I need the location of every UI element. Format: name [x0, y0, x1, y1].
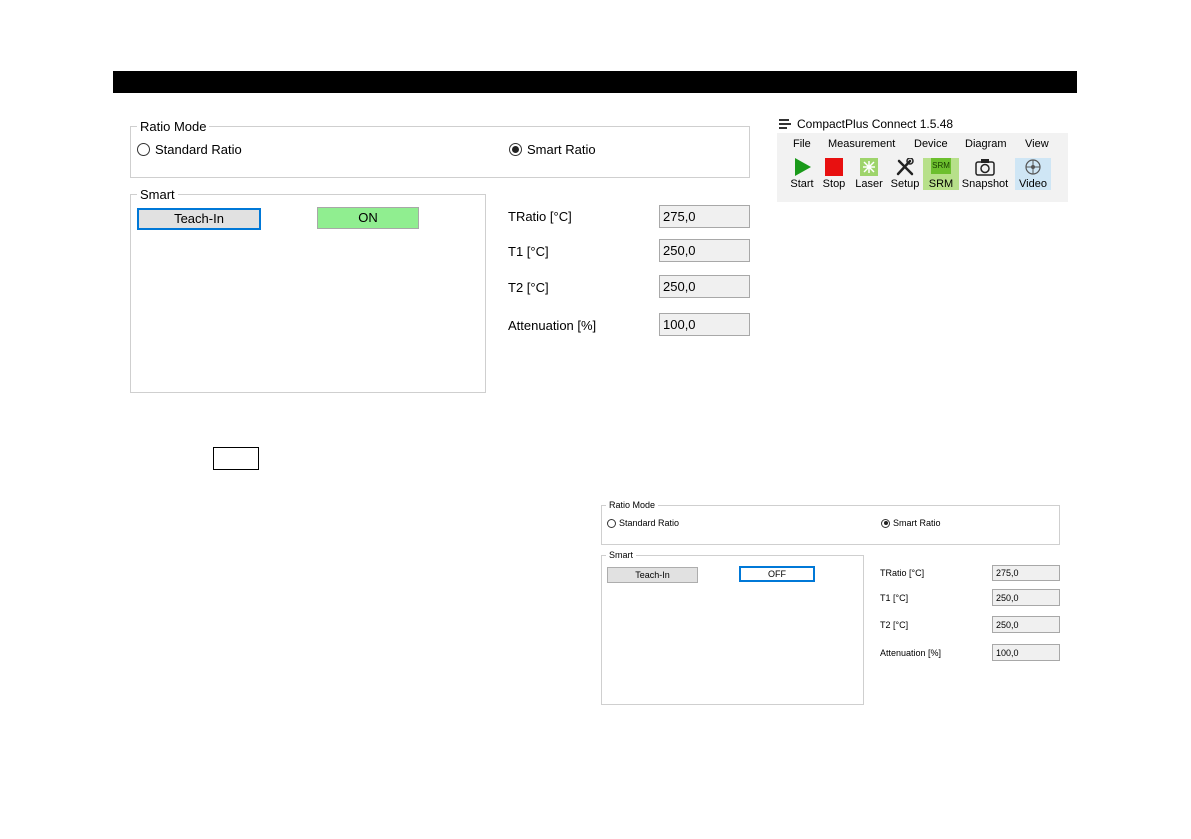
- menu-view[interactable]: View: [1025, 138, 1049, 150]
- menu-measurement[interactable]: Measurement: [828, 138, 895, 150]
- t2-label: T2 [°C]: [508, 280, 549, 295]
- standard-ratio-radio-2[interactable]: [607, 518, 616, 528]
- on-state-button[interactable]: ON: [317, 207, 419, 229]
- start-label: Start: [790, 178, 814, 190]
- smart-ratio-option-2[interactable]: Smart Ratio: [881, 518, 941, 528]
- video-label: Video: [1019, 178, 1047, 190]
- menu-toolbar: File Measurement Device Diagram View Sta…: [777, 133, 1068, 202]
- standard-ratio-label: Standard Ratio: [155, 142, 242, 157]
- placeholder-box: [213, 447, 259, 470]
- setup-tool[interactable]: Setup: [887, 157, 923, 190]
- attenuation-field-2[interactable]: 100,0: [992, 644, 1060, 661]
- smart-ratio-option[interactable]: Smart Ratio: [509, 142, 596, 157]
- laser-label: Laser: [855, 178, 883, 190]
- smart-ratio-radio[interactable]: [509, 143, 522, 156]
- tratio-label-2: TRatio [°C]: [880, 568, 925, 578]
- camera-icon: [975, 158, 995, 176]
- off-state-button[interactable]: OFF: [739, 566, 815, 582]
- play-icon: [792, 158, 812, 176]
- attenuation-label: Attenuation [%]: [508, 318, 597, 333]
- smart-ratio-radio-2[interactable]: [881, 518, 890, 528]
- smart-label-2: Smart: [606, 551, 637, 560]
- t1-label-2: T1 [°C]: [880, 593, 909, 603]
- smart-ratio-label: Smart Ratio: [527, 142, 596, 157]
- t1-label: T1 [°C]: [508, 244, 549, 259]
- tools-icon: [895, 157, 915, 176]
- laser-tool[interactable]: Laser: [851, 158, 887, 190]
- attenuation-label-2: Attenuation [%]: [880, 648, 942, 658]
- srm-label: SRM: [928, 178, 954, 190]
- app-title: CompactPlus Connect 1.5.48: [797, 117, 954, 131]
- menu-device[interactable]: Device: [914, 138, 948, 150]
- laser-icon: [859, 158, 879, 176]
- stop-icon: [824, 158, 844, 176]
- srm-tool[interactable]: SRM SRM: [923, 158, 959, 190]
- video-tool[interactable]: Video: [1015, 158, 1051, 190]
- smart-ratio-label-2: Smart Ratio: [893, 518, 941, 528]
- header-bar: [113, 71, 1077, 93]
- attenuation-field[interactable]: 100,0: [659, 313, 750, 336]
- standard-ratio-label-2: Standard Ratio: [619, 518, 680, 528]
- tratio-field-2[interactable]: 275,0: [992, 565, 1060, 581]
- srm-icon: SRM: [931, 158, 951, 176]
- snapshot-label: Snapshot: [961, 178, 1009, 190]
- smart-label: Smart: [137, 188, 178, 201]
- ratio-mode-label-2: Ratio Mode: [606, 501, 659, 510]
- snapshot-tool[interactable]: Snapshot: [959, 158, 1011, 190]
- start-tool[interactable]: Start: [784, 158, 820, 190]
- standard-ratio-option[interactable]: Standard Ratio: [137, 142, 242, 157]
- stop-label: Stop: [822, 178, 846, 190]
- video-icon: [1023, 158, 1043, 176]
- t2-label-2: T2 [°C]: [880, 620, 909, 630]
- menu-file[interactable]: File: [793, 138, 811, 150]
- t2-field-2[interactable]: 250,0: [992, 616, 1060, 633]
- ratio-mode-label: Ratio Mode: [137, 120, 210, 133]
- setup-label: Setup: [890, 178, 920, 190]
- menu-diagram[interactable]: Diagram: [965, 138, 1007, 150]
- teach-in-button-2[interactable]: Teach-In: [607, 567, 698, 583]
- t1-field-2[interactable]: 250,0: [992, 589, 1060, 606]
- srm-icon-text: SRM: [931, 158, 951, 174]
- stop-tool[interactable]: Stop: [816, 158, 852, 190]
- tratio-label: TRatio [°C]: [508, 209, 572, 224]
- standard-ratio-radio[interactable]: [137, 143, 150, 156]
- t1-field[interactable]: 250,0: [659, 239, 750, 262]
- app-logo-icon: [779, 119, 791, 129]
- standard-ratio-option-2[interactable]: Standard Ratio: [607, 518, 679, 528]
- tratio-field[interactable]: 275,0: [659, 205, 750, 228]
- app-title-bar: CompactPlus Connect 1.5.48: [779, 117, 953, 131]
- teach-in-button[interactable]: Teach-In: [137, 208, 261, 230]
- t2-field[interactable]: 250,0: [659, 275, 750, 298]
